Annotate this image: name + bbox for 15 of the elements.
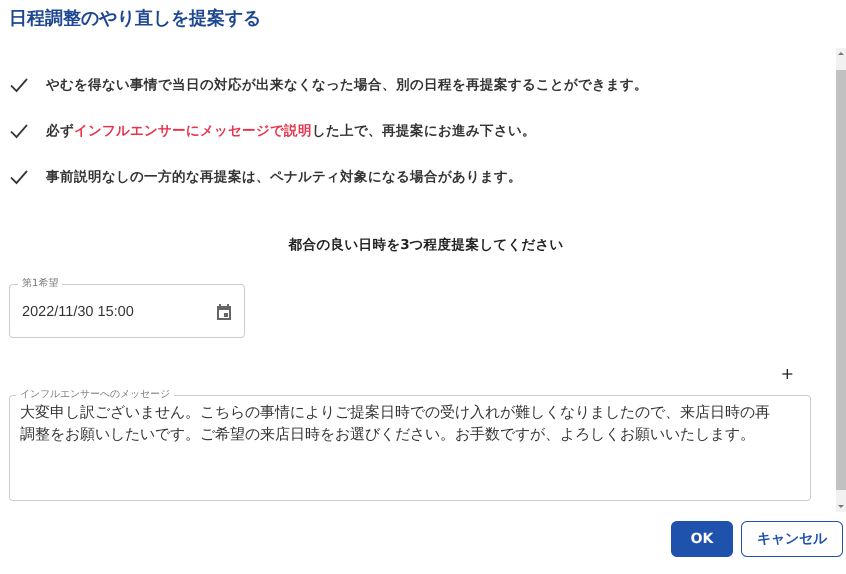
notice-text: やむを得ない事情で当日の対応が出来なくなった場合、別の日程を再提案することができます。 bbox=[46, 76, 648, 94]
date-field[interactable]: 第1希望 2022/11/30 15:00 bbox=[9, 278, 245, 338]
notice-text: 必ずインフルエンサーにメッセージで説明 した上で、再提案にお進み下さい。 bbox=[46, 122, 536, 140]
notice-text: 事前説明なしの一方的な再提案は、ペナルティ対象になる場合があります。 bbox=[46, 168, 522, 186]
add-button[interactable]: + bbox=[776, 364, 798, 383]
calendar-icon[interactable] bbox=[214, 302, 234, 322]
dialog-title: 日程調整のやり直しを提案する bbox=[8, 7, 262, 31]
instruction-text: 都合の良い日時を3つ程度提案してください bbox=[288, 237, 564, 253]
check-icon bbox=[10, 77, 28, 93]
check-icon bbox=[10, 123, 28, 139]
ok-button[interactable]: OK bbox=[671, 521, 733, 557]
cancel-button[interactable]: キャンセル bbox=[741, 521, 843, 557]
check-icon bbox=[10, 169, 28, 185]
message-field[interactable]: インフルエンサーへのメッセージ 大変申し訳ございません。こちらの事情によりご提案日時での受け入れが難しくなりましたので、来店日時の再調整をお願いしたいです。ご希望の来店日時をお選びください。お手数ですが、よろしくお願いいたします。 bbox=[9, 389, 811, 501]
scrollbar[interactable] bbox=[836, 48, 846, 512]
